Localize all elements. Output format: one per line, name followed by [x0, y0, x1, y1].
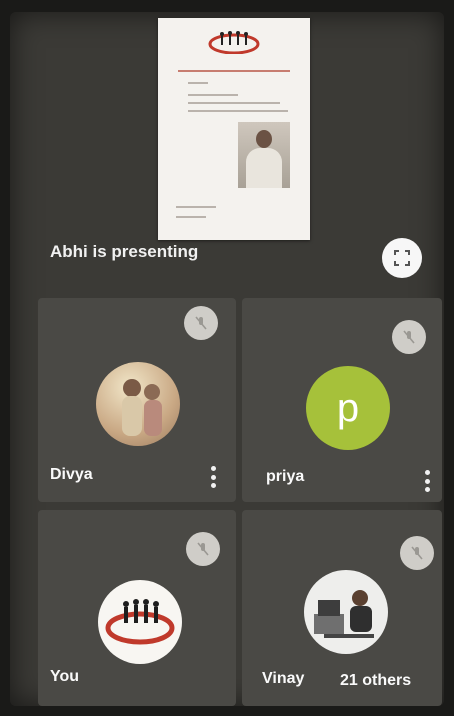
others-count[interactable]: 21 others — [340, 672, 411, 690]
doc-text-line — [176, 216, 206, 218]
mic-off-icon — [197, 542, 209, 556]
doc-text-line — [176, 206, 216, 208]
fullscreen-icon — [394, 250, 410, 266]
participant-tile-vinay[interactable]: Vinay 21 others — [242, 510, 442, 706]
doc-photo — [238, 122, 290, 188]
avatar-initial: p — [336, 385, 360, 430]
org-logo-icon — [105, 599, 175, 645]
participant-name: Vinay — [262, 670, 305, 687]
person-photo-icon — [122, 379, 162, 436]
org-logo — [208, 31, 260, 54]
avatar-priya: p — [306, 366, 390, 450]
fullscreen-button[interactable] — [382, 238, 422, 278]
more-options-button[interactable] — [210, 466, 216, 488]
mic-off-button — [184, 306, 218, 340]
mic-off-button — [392, 320, 426, 354]
avatar-divya — [96, 362, 180, 446]
participant-name: You — [50, 668, 80, 685]
doc-text-line — [188, 102, 280, 104]
meeting-screen: Abhi is presenting Divya p priya You Vin… — [10, 12, 444, 706]
participant-tile-priya[interactable]: p priya — [242, 298, 442, 502]
doc-text-line — [188, 94, 238, 96]
more-options-button[interactable] — [424, 470, 430, 492]
person-photo-icon — [314, 590, 374, 638]
avatar-vinay — [304, 570, 388, 654]
shared-document[interactable] — [158, 18, 310, 240]
presenter-label: Abhi is presenting — [50, 242, 199, 261]
participant-tile-divya[interactable]: Divya — [38, 298, 236, 502]
mic-off-icon — [411, 546, 423, 560]
mic-off-button — [400, 536, 434, 570]
participant-tile-you[interactable]: You — [38, 510, 236, 706]
mic-off-button — [186, 532, 220, 566]
mic-off-icon — [403, 330, 415, 344]
participant-name: Divya — [50, 466, 93, 483]
avatar-you — [98, 580, 182, 664]
doc-text-line — [188, 82, 208, 84]
mic-off-icon — [195, 316, 207, 330]
doc-text-line — [178, 70, 290, 72]
doc-text-line — [188, 110, 288, 112]
participant-name: priya — [266, 468, 305, 485]
